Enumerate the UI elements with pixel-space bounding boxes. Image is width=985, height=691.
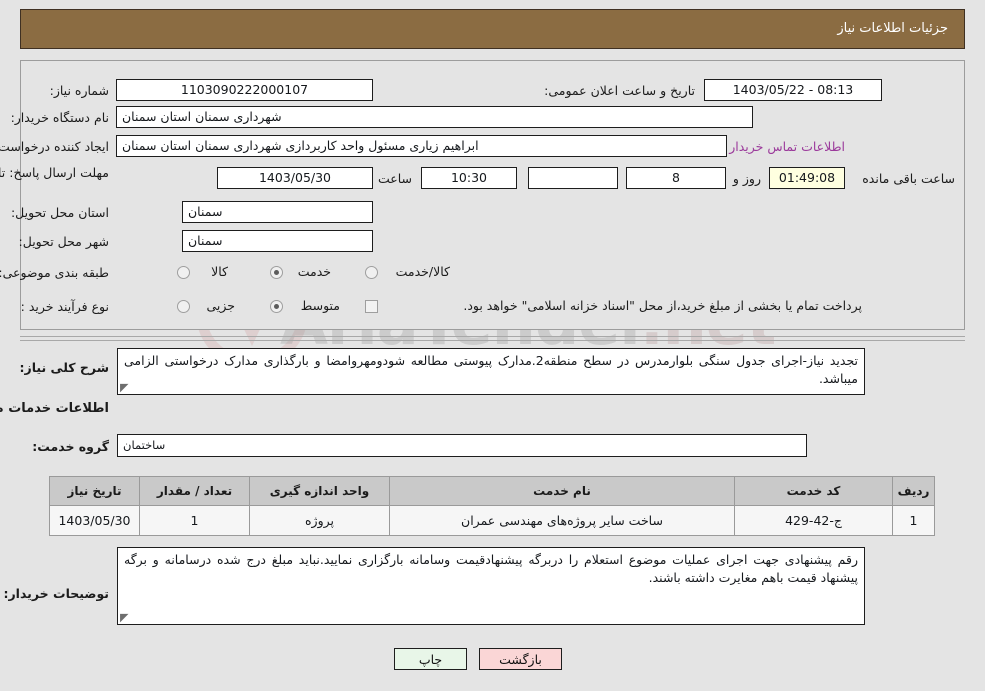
col-need-date: تاریخ نیاز <box>49 476 140 506</box>
services-table-wrap: ردیف کد خدمت نام خدمت واحد اندازه گیری ت… <box>49 476 935 536</box>
deadline-label: مهلت ارسال پاسخ: تا تاریخ: <box>0 165 109 180</box>
delivery-province-label: استان محل تحویل: <box>10 205 109 220</box>
deadline-hour-label: ساعت <box>377 171 412 186</box>
table-row: 1 ج-42-429 ساخت سایر پروژه‌های مهندسی عم… <box>49 505 935 536</box>
deadline-time-field[interactable]: 10:30 <box>421 167 517 189</box>
resize-handle-icon[interactable]: ◥ <box>120 381 130 394</box>
purchase-type-label: نوع فرآیند خرید : <box>20 299 109 314</box>
treasury-docs-label: پرداخت تمام یا بخشی از مبلغ خرید،از محل … <box>463 298 862 313</box>
col-name: نام خدمت <box>389 476 735 506</box>
need-details-page: AriaTender.net جزئیات اطلاعات نیاز شماره… <box>0 0 985 691</box>
back-button[interactable]: بازگشت <box>479 648 562 670</box>
cell-qty: 1 <box>139 505 250 536</box>
category-radio-kala[interactable] <box>177 266 190 279</box>
services-section-heading: اطلاعات خدمات مورد نیاز <box>0 401 109 416</box>
purchase-type-option-jozi-label: جزیی <box>206 298 235 313</box>
treasury-docs-checkbox[interactable] <box>365 300 378 313</box>
deadline-date-field[interactable]: 1403/05/30 <box>217 167 373 189</box>
category-label: طبقه بندی موضوعی: <box>0 265 109 280</box>
deadline-extra-field[interactable] <box>528 167 618 189</box>
col-code: کد خدمت <box>734 476 893 506</box>
cell-name: ساخت سایر پروژه‌های مهندسی عمران <box>389 505 735 536</box>
need-number-label: شماره نیاز: <box>49 83 109 98</box>
announce-datetime-field[interactable]: 1403/05/22 - 08:13 <box>704 79 882 101</box>
page-title: جزئیات اطلاعات نیاز <box>837 21 948 36</box>
category-radio-kala-khedmat[interactable] <box>365 266 378 279</box>
resize-handle-icon-2[interactable]: ◥ <box>120 611 130 624</box>
announce-datetime-label: تاریخ و ساعت اعلان عمومی: <box>544 83 695 98</box>
description-label: شرح کلی نیاز: <box>19 360 109 375</box>
service-group-field[interactable]: ساختمان <box>117 434 807 457</box>
buyer-contact-link[interactable]: اطلاعات تماس خریدار <box>729 139 845 154</box>
purchase-type-radio-jozi[interactable] <box>177 300 190 313</box>
buyer-notes-label: توضیحات خریدار: <box>3 586 109 601</box>
buyer-org-label: نام دستگاه خریدار: <box>10 110 109 125</box>
table-header-row: ردیف کد خدمت نام خدمت واحد اندازه گیری ت… <box>49 476 935 506</box>
category-option-kala-label: کالا <box>211 264 228 279</box>
need-number-field[interactable]: 1103090222000107 <box>116 79 373 101</box>
description-textarea[interactable]: تجدید نیاز-اجرای جدول سنگی بلوارمدرس در … <box>117 348 865 395</box>
buyer-notes-text: رقم پیشنهادی جهت اجرای عملیات موضوع استع… <box>124 552 858 586</box>
purchase-type-radio-motavaset[interactable] <box>270 300 283 313</box>
cell-unit: پروژه <box>249 505 390 536</box>
col-row: ردیف <box>892 476 935 506</box>
cell-need-date: 1403/05/30 <box>49 505 140 536</box>
purchase-type-option-motavaset-label: متوسط <box>300 298 340 313</box>
requester-label: ایجاد کننده درخواست: <box>0 139 109 154</box>
countdown-field: 01:49:08 <box>769 167 845 189</box>
countdown-label: ساعت باقی مانده <box>862 171 955 186</box>
col-qty: تعداد / مقدار <box>139 476 250 506</box>
delivery-city-label: شهر محل تحویل: <box>18 234 109 249</box>
buyer-notes-textarea[interactable]: رقم پیشنهادی جهت اجرای عملیات موضوع استع… <box>117 547 865 625</box>
requester-field[interactable]: ابراهیم زیاری مسئول واحد کاربردازی شهردا… <box>116 135 727 157</box>
col-unit: واحد اندازه گیری <box>249 476 390 506</box>
print-button[interactable]: چاپ <box>394 648 467 670</box>
services-table: ردیف کد خدمت نام خدمت واحد اندازه گیری ت… <box>49 476 935 536</box>
delivery-city-field[interactable]: سمنان <box>182 230 373 252</box>
description-text: تجدید نیاز-اجرای جدول سنگی بلوارمدرس در … <box>124 353 858 387</box>
service-group-label: گروه خدمت: <box>32 439 109 454</box>
page-title-bar: جزئیات اطلاعات نیاز <box>20 9 965 49</box>
category-option-kala-khedmat-label: کالا/خدمت <box>395 264 450 279</box>
cell-code: ج-42-429 <box>734 505 893 536</box>
category-option-khedmat-label: خدمت <box>297 264 331 279</box>
remaining-days-field[interactable]: 8 <box>626 167 726 189</box>
buyer-org-field[interactable]: شهرداری سمنان استان سمنان <box>116 106 753 128</box>
remaining-days-label: روز و <box>732 171 761 186</box>
cell-row: 1 <box>892 505 935 536</box>
delivery-province-field[interactable]: سمنان <box>182 201 373 223</box>
category-radio-khedmat[interactable] <box>270 266 283 279</box>
